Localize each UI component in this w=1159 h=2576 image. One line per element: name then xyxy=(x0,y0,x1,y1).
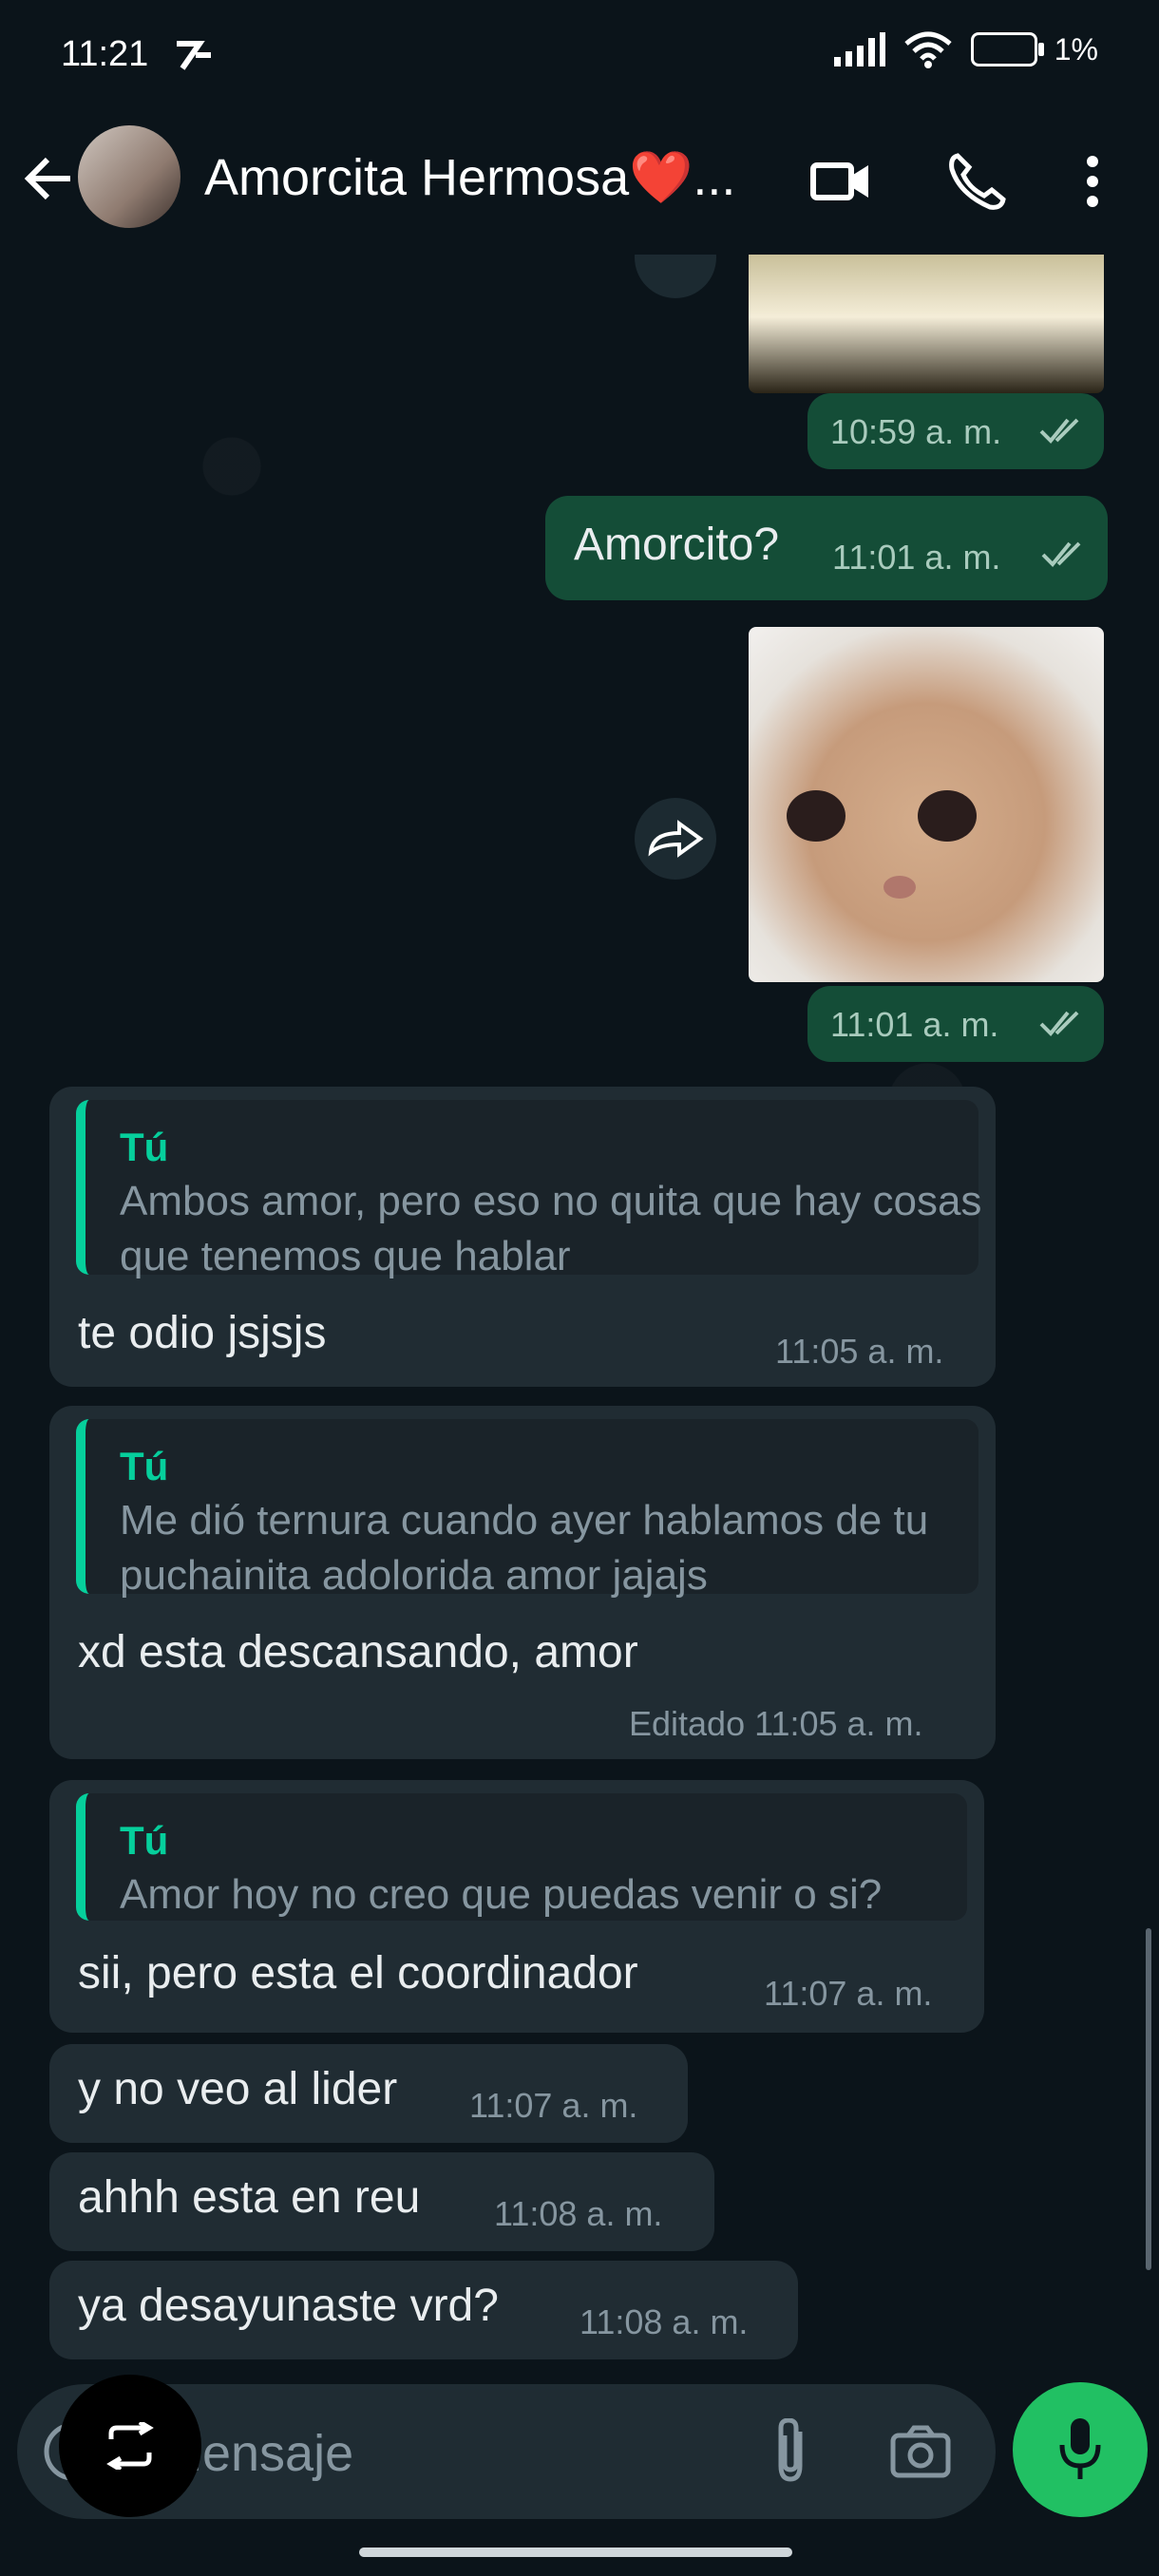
forward-button[interactable] xyxy=(635,255,716,298)
battery-icon xyxy=(970,32,1044,66)
outgoing-message[interactable]: Amorcito? 11:01 a. m. xyxy=(545,496,1108,600)
incoming-message[interactable]: Tú Amor hoy no creo que puedas venir o s… xyxy=(49,1780,984,2033)
switch-icon xyxy=(106,2422,154,2470)
status-icons: 1% xyxy=(832,30,1098,68)
more-options-icon[interactable] xyxy=(1064,148,1121,215)
read-receipt-icon xyxy=(1041,541,1081,567)
incoming-message[interactable]: ya desayunaste vrd? 11:08 a. m. xyxy=(49,2261,798,2359)
message-time: 11:07 a. m. xyxy=(469,2086,638,2125)
status-bar: 11:21 1% xyxy=(0,0,1159,112)
message-text: ahhh esta en reu xyxy=(78,2172,421,2223)
message-text: xd esta descansando, amor xyxy=(78,1627,638,1677)
contact-name[interactable]: Amorcita Hermosa❤️... xyxy=(204,148,735,208)
chat-header: Amorcita Hermosa❤️... xyxy=(0,112,1159,255)
voice-call-icon[interactable] xyxy=(944,148,1011,215)
read-receipt-icon xyxy=(1039,1011,1079,1036)
message-time: 11:07 a. m. xyxy=(764,1974,933,2013)
quoted-reply[interactable]: Tú Amor hoy no creo que puedas venir o s… xyxy=(76,1793,967,1921)
message-time: 11:01 a. m. xyxy=(830,1005,999,1044)
quoted-reply[interactable]: Tú Ambos amor, pero eso no quita que hay… xyxy=(76,1100,981,1279)
home-indicator[interactable] xyxy=(359,2548,792,2557)
status-time: 11:21 xyxy=(61,34,149,74)
message-text: te odio jsjsjs xyxy=(78,1308,327,1358)
signal-icon xyxy=(833,32,885,66)
back-arrow-icon[interactable] xyxy=(19,150,76,207)
forward-icon xyxy=(648,820,704,858)
incoming-message[interactable]: Tú Me dió ternura cuando ayer hablamos d… xyxy=(49,1406,996,1759)
quote-author: Tú xyxy=(120,1125,169,1169)
video-call-icon[interactable] xyxy=(808,148,874,215)
quote-text: Ambos amor, pero eso no quita que hay co… xyxy=(120,1178,982,1279)
message-time: 11:08 a. m. xyxy=(494,2194,663,2233)
message-time: 11:01 a. m. xyxy=(832,538,1001,577)
notification-icon xyxy=(177,41,211,70)
message-text: sii, pero esta el coordinador xyxy=(78,1948,638,1998)
incoming-message[interactable]: ahhh esta en reu 11:08 a. m. xyxy=(49,2152,714,2251)
image-message[interactable] xyxy=(749,255,1104,393)
overlay-switch-button[interactable] xyxy=(59,2375,201,2517)
wifi-icon xyxy=(904,31,952,68)
quote-text: Me dió ternura cuando ayer hablamos de t… xyxy=(120,1497,929,1599)
quoted-reply[interactable]: Tú Me dió ternura cuando ayer hablamos d… xyxy=(76,1419,978,1599)
kitten-image[interactable] xyxy=(749,627,1104,982)
message-time: 11:08 a. m. xyxy=(580,2302,749,2341)
message-time: Editado 11:05 a. m. xyxy=(629,1704,923,1743)
message-text: ya desayunaste vrd? xyxy=(78,2281,499,2331)
incoming-message[interactable]: Tú Ambos amor, pero eso no quita que hay… xyxy=(49,1087,996,1387)
battery-percent: 1% xyxy=(1054,31,1098,66)
mic-button[interactable] xyxy=(1013,2382,1148,2517)
quote-author: Tú xyxy=(120,1818,169,1863)
message-text: Amorcito? xyxy=(574,520,780,570)
read-receipt-icon xyxy=(1039,418,1079,444)
attach-icon[interactable] xyxy=(768,2418,815,2487)
camera-icon[interactable] xyxy=(889,2424,952,2479)
contact-avatar[interactable] xyxy=(78,125,180,228)
message-text: y no veo al lider xyxy=(78,2064,398,2114)
incoming-message[interactable]: y no veo al lider 11:07 a. m. xyxy=(49,2044,688,2143)
chat-area[interactable]: 10:59 a. m. Amorcito? 11:01 a. m. 11:01 … xyxy=(0,255,1159,2373)
quote-author: Tú xyxy=(120,1444,169,1488)
mic-icon xyxy=(1059,2418,1101,2479)
message-time: 11:05 a. m. xyxy=(775,1332,944,1371)
quote-text: Amor hoy no creo que puedas venir o si? xyxy=(120,1871,883,1918)
message-time: 10:59 a. m. xyxy=(830,412,1002,451)
forward-button[interactable] xyxy=(635,798,716,880)
message-timestamp-bubble: 11:01 a. m. xyxy=(808,986,1104,1062)
scrollbar[interactable] xyxy=(1146,1928,1151,2270)
message-timestamp-bubble: 10:59 a. m. xyxy=(808,393,1104,469)
